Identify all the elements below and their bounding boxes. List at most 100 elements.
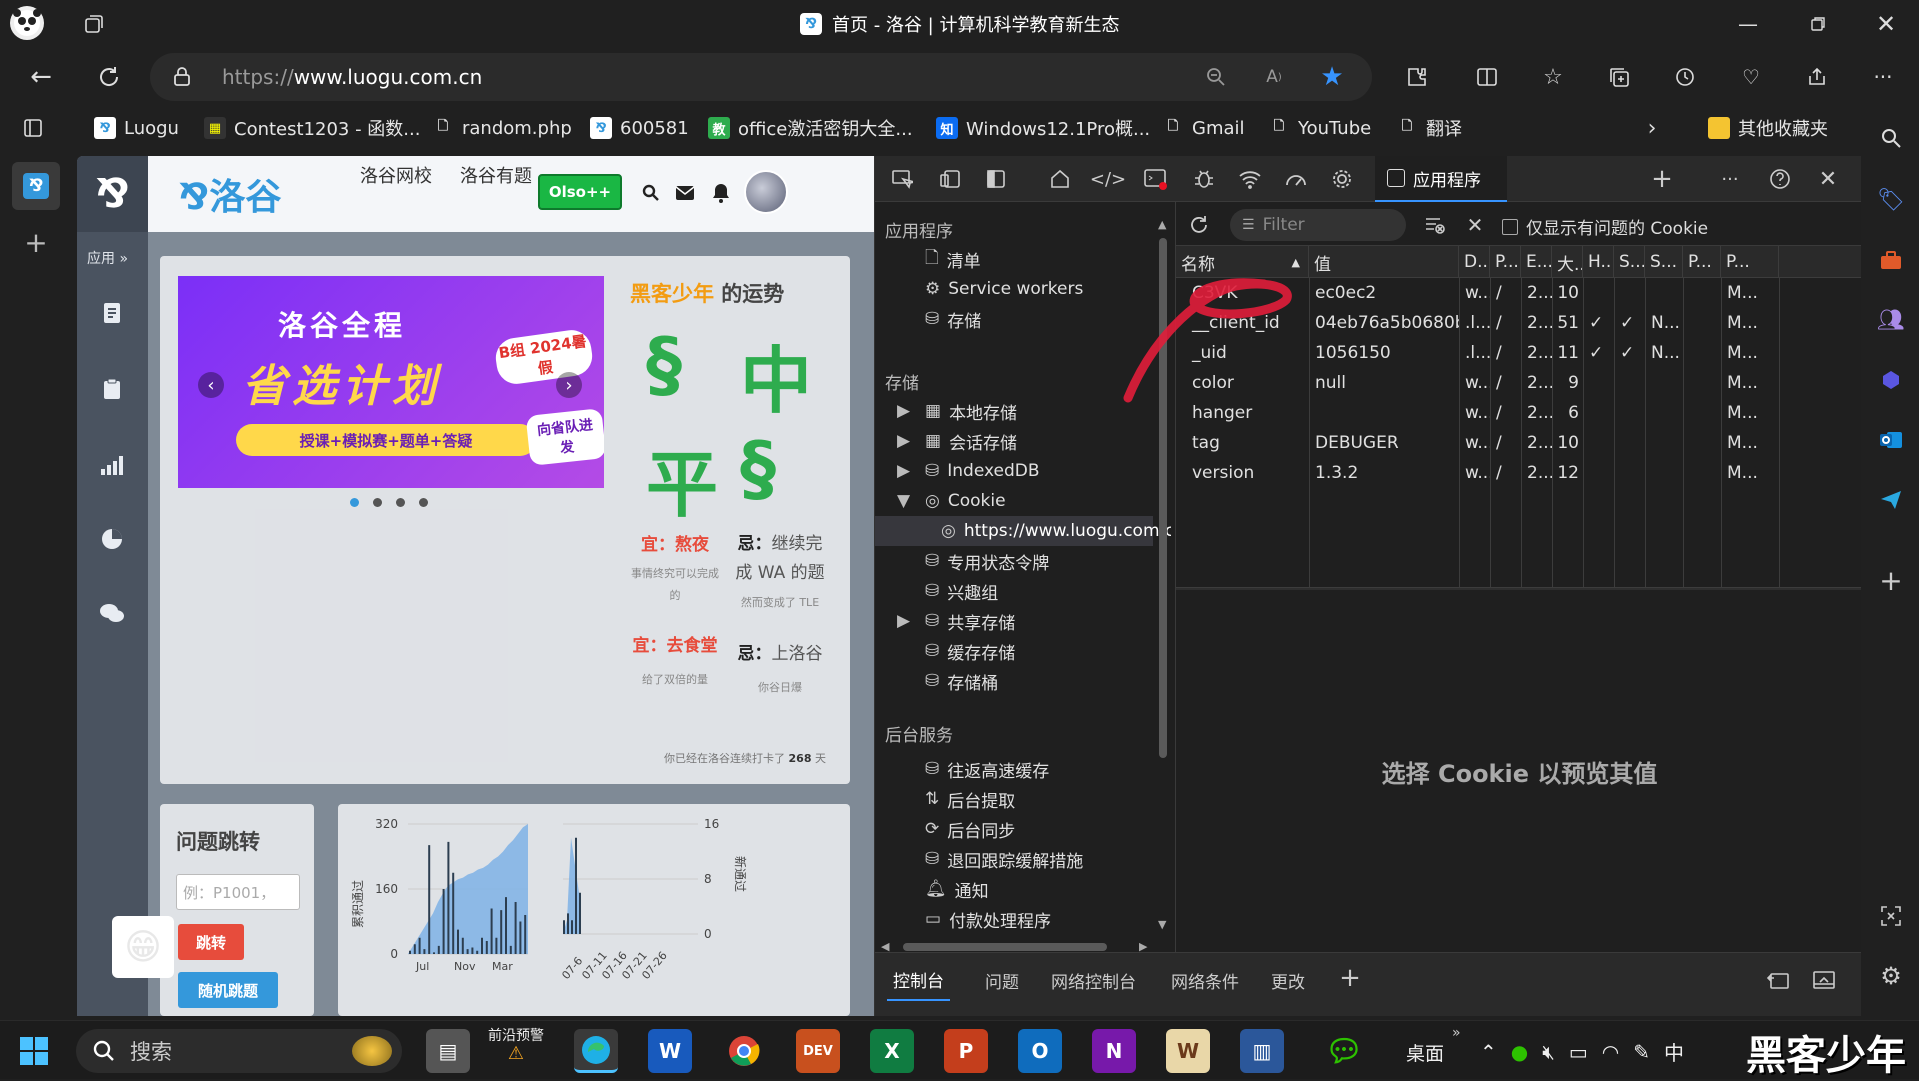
tree-item-payment-handler[interactable]: ▭ 付款处理程序 bbox=[925, 904, 1051, 934]
zoom-icon[interactable] bbox=[1204, 65, 1228, 89]
col-expires[interactable]: E... bbox=[1521, 246, 1552, 278]
favorite-windows12[interactable]: 知 Windows12.1Pro概... bbox=[936, 106, 1150, 150]
taskbar-wps-icon[interactable]: W bbox=[1166, 1029, 1210, 1073]
clear-filtered-cookies-icon[interactable] bbox=[1420, 210, 1450, 240]
devtools-more-icon[interactable]: ··· bbox=[1715, 164, 1745, 194]
sidebar-send-icon[interactable] bbox=[1877, 486, 1905, 514]
scroll-down-icon[interactable]: ▼ bbox=[1158, 918, 1166, 931]
read-aloud-icon[interactable]: A) bbox=[1260, 65, 1288, 89]
refresh-button[interactable] bbox=[92, 60, 126, 94]
tray-ime-label[interactable]: 中 bbox=[1664, 1037, 1684, 1066]
tree-item-bounce-tracking[interactable]: ⛁ 退回跟踪缓解措施 bbox=[925, 844, 1083, 874]
sidebar-outlook-icon[interactable] bbox=[1877, 426, 1905, 454]
drawer-tab-changes[interactable]: 更改 bbox=[1271, 959, 1305, 1001]
taskbar-chrome-icon[interactable] bbox=[722, 1029, 766, 1073]
tray-wifi-icon[interactable]: ◠ bbox=[1602, 1040, 1619, 1064]
only-issues-checkbox[interactable] bbox=[1502, 218, 1518, 235]
performance-icon[interactable] bbox=[1281, 164, 1311, 194]
carousel-dot[interactable] bbox=[419, 498, 428, 507]
tree-item-storage[interactable]: ⛁ 存储 bbox=[925, 304, 981, 334]
address-bar[interactable]: https://www.luogu.com.cn A) ★ bbox=[150, 53, 1372, 101]
scroll-thumb[interactable] bbox=[1159, 238, 1167, 758]
help-icon[interactable] bbox=[1765, 164, 1795, 194]
cookie-row[interactable]: _uid 1056150 .l... / 2... 11 ✓ ✓ N... M... bbox=[1176, 338, 1863, 368]
cookie-row[interactable]: __client_id 04eb76a5b0680bef... .l... / 2...… bbox=[1176, 308, 1863, 338]
bell-icon[interactable] bbox=[710, 182, 732, 204]
drawer-tab-issues[interactable]: 问题 bbox=[985, 959, 1019, 1001]
dock-icon[interactable] bbox=[981, 164, 1011, 194]
carousel-dot[interactable] bbox=[396, 498, 405, 507]
memory-gear-icon[interactable] bbox=[1327, 164, 1357, 194]
profile-avatar-icon[interactable] bbox=[10, 6, 44, 40]
jump-button[interactable]: 跳转 bbox=[178, 924, 244, 960]
taskbar-dev-icon[interactable]: DEV bbox=[796, 1029, 840, 1073]
taskbar-desktop-label[interactable]: 桌面 bbox=[1406, 1039, 1444, 1066]
tree-item-session-storage[interactable]: ▶ ▦ 会话存储 bbox=[897, 426, 1017, 456]
taskbar-desktop-chevron-icon[interactable]: » bbox=[1452, 1025, 1461, 1041]
sidebar-shopping-tag-icon[interactable]: 🏷︎ bbox=[1877, 186, 1905, 214]
sidebar-apps-label[interactable]: 应用 » bbox=[87, 248, 128, 268]
tree-item-local-storage[interactable]: ▶ ▦ 本地存储 bbox=[897, 396, 1017, 426]
tree-item-shared-storage[interactable]: ▶ ⛁ 共享存储 bbox=[897, 606, 1015, 636]
taskbar-search[interactable]: 搜索 bbox=[76, 1029, 402, 1073]
close-window-button[interactable]: ✕ bbox=[1868, 8, 1904, 40]
col-partition-key[interactable]: P... bbox=[1683, 246, 1721, 278]
favorite-translate[interactable]: 🗋 翻译 bbox=[1396, 106, 1462, 150]
collapse-icon[interactable]: ▼ bbox=[897, 491, 917, 511]
tree-item-service-workers[interactable]: ⚙ Service workers bbox=[925, 274, 1083, 304]
taskbar-weather-widget[interactable]: 前沿预警 ⚠ bbox=[484, 1027, 548, 1075]
luogu-sidebar-logo-icon[interactable]: ⅋ bbox=[77, 156, 148, 232]
taskbar-powerpoint-icon[interactable]: P bbox=[944, 1029, 988, 1073]
drawer-dock-icon[interactable] bbox=[1809, 965, 1839, 995]
search-icon[interactable] bbox=[640, 182, 662, 204]
delete-all-icon[interactable]: ✕ bbox=[1460, 210, 1490, 240]
h-scroll-thumb[interactable] bbox=[903, 943, 1107, 951]
elements-icon[interactable]: </> bbox=[1090, 164, 1126, 194]
mail-icon[interactable] bbox=[674, 182, 696, 204]
sidebar-add-icon[interactable]: + bbox=[1877, 564, 1905, 597]
banner-next-icon[interactable]: › bbox=[556, 372, 582, 398]
close-devtools-icon[interactable]: ✕ bbox=[1813, 164, 1843, 194]
favorite-office[interactable]: 教 office激活密钥大全... bbox=[708, 106, 913, 150]
col-name[interactable]: 名称 ▲ bbox=[1176, 246, 1309, 278]
share-icon[interactable] bbox=[1802, 62, 1832, 92]
drawer-tab-network-console[interactable]: 网络控制台 bbox=[1051, 959, 1136, 1001]
only-issues-toggle[interactable]: 仅显示有问题的 Cookie bbox=[1502, 214, 1708, 239]
taskbar-edge-icon[interactable] bbox=[574, 1029, 618, 1073]
tree-item-cookie[interactable]: ▼ ◎ Cookie bbox=[897, 486, 1006, 516]
col-path[interactable]: P... bbox=[1490, 246, 1521, 278]
sidebar-people-icon[interactable]: 👥︎ bbox=[1877, 306, 1905, 334]
browser-essentials-icon[interactable]: ♡ bbox=[1736, 62, 1766, 92]
taskbar-excel-icon[interactable]: X bbox=[870, 1029, 914, 1073]
lock-icon[interactable] bbox=[170, 65, 194, 89]
taskbar-word-icon[interactable]: W bbox=[648, 1029, 692, 1073]
col-value[interactable]: 值 bbox=[1309, 246, 1459, 278]
favorites-icon[interactable]: ☆ bbox=[1538, 62, 1568, 92]
extensions-icon[interactable] bbox=[1402, 62, 1432, 92]
banner-prev-icon[interactable]: ‹ bbox=[198, 372, 224, 398]
tree-item-bg-sync[interactable]: ⟳ 后台同步 bbox=[925, 814, 1015, 844]
col-samesite[interactable]: S... bbox=[1645, 246, 1683, 278]
col-priority[interactable]: P... bbox=[1721, 246, 1779, 278]
carousel-dot[interactable] bbox=[350, 498, 359, 507]
filter-input[interactable]: ☰ Filter bbox=[1230, 209, 1406, 241]
favorite-contest[interactable]: ▦ Contest1203 - 函数... bbox=[204, 106, 420, 150]
scroll-up-icon[interactable]: ▲ bbox=[1158, 218, 1166, 231]
collections-icon[interactable] bbox=[1604, 62, 1634, 92]
cookie-row[interactable]: tag DEBUGER w... / 2...10 M... bbox=[1176, 428, 1863, 458]
tree-item-interest-groups[interactable]: ⛁ 兴趣组 bbox=[925, 576, 998, 606]
expand-icon[interactable]: ▶ bbox=[897, 461, 917, 481]
workspaces-icon[interactable] bbox=[80, 10, 108, 38]
network-wifi-icon[interactable] bbox=[1235, 164, 1265, 194]
olso-button[interactable]: Olso++ bbox=[538, 174, 622, 210]
taskbar-outlook-icon[interactable]: O bbox=[1018, 1029, 1062, 1073]
drawer-tab-console[interactable]: 控制台 bbox=[887, 959, 950, 1001]
favorite-youtube[interactable]: 🗋 YouTube bbox=[1268, 106, 1371, 150]
tree-item-bfcache[interactable]: ⛁ 往返高速缓存 bbox=[925, 754, 1049, 784]
restore-button[interactable] bbox=[1800, 8, 1836, 40]
expand-icon[interactable]: ▶ bbox=[897, 401, 917, 421]
favorite-luogu[interactable]: ⅋ Luogu bbox=[94, 106, 179, 150]
record-icon[interactable] bbox=[97, 374, 127, 404]
taskbar-taskview-icon[interactable]: ▤ bbox=[426, 1029, 470, 1073]
favorites-overflow-icon[interactable]: › bbox=[1640, 114, 1664, 142]
